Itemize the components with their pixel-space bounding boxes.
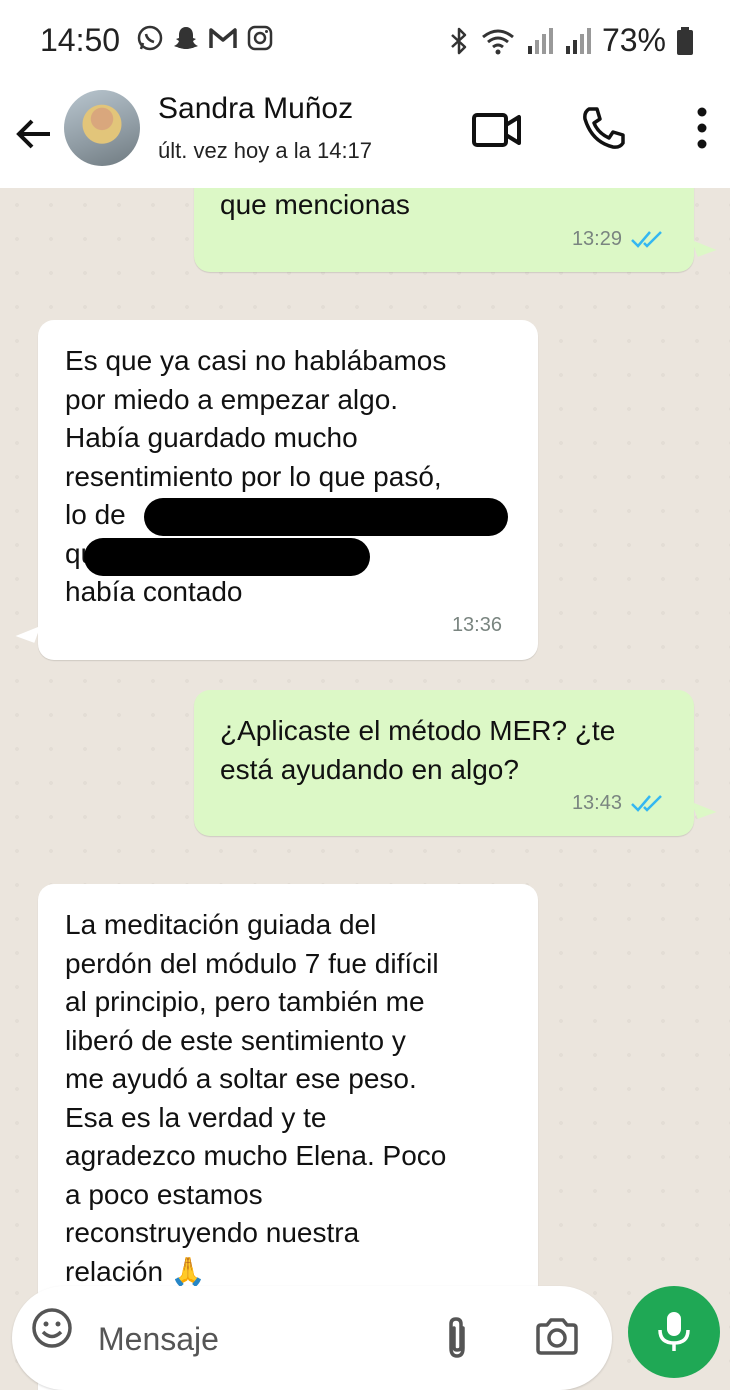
message-input-bar [12,1286,612,1390]
chat-header: Sandra Muñoz últ. vez hoy a la 14:17 [0,88,730,188]
whatsapp-icon [137,25,163,51]
message-meta: 13:36 [452,606,502,645]
message-time: 13:29 [571,227,622,250]
bluetooth-icon [451,27,467,54]
battery-icon [677,26,693,55]
back-arrow-icon[interactable] [14,114,54,154]
double-check-icon [631,230,662,248]
status-time: 14:50 [40,22,121,58]
message-incoming[interactable]: Es que ya casi no hablábamos por miedo a… [38,320,538,660]
message-meta: 13:43 [572,784,666,823]
bubble-tail [691,233,717,257]
message-outgoing[interactable]: ¿Aplicaste el método MER? ¿te está ayuda… [194,690,694,836]
message-meta: 13:29 [572,220,666,259]
system-status: 73% [448,22,694,59]
double-check-icon [631,794,662,812]
signal-icon [565,27,591,54]
gmail-icon [209,28,237,48]
message-text: que mencionas [220,189,410,220]
avatar[interactable] [64,90,140,166]
message-input[interactable] [96,1316,420,1362]
snapchat-icon [174,27,198,49]
camera-icon[interactable] [534,1316,580,1358]
signal-icon [527,27,553,54]
battery-percentage: 73% [601,22,666,58]
chat-area[interactable]: que mencionas 13:29 Es que ya casi no ha… [0,188,730,1390]
redaction-mark [144,498,508,536]
instagram-icon [247,25,273,51]
contact-name[interactable]: Sandra Muñoz [158,92,353,126]
video-call-icon[interactable] [470,108,524,152]
message-text: La meditación guiada del perdón del módu… [65,909,447,1287]
last-seen-status: últ. vez hoy a la 14:17 [158,138,373,163]
mic-button[interactable] [628,1286,720,1378]
message-time: 13:43 [571,791,622,814]
message-time: 13:36 [451,613,502,636]
status-bar: 14:50 73% [0,0,730,88]
attach-icon[interactable] [440,1314,474,1362]
emoji-icon[interactable] [30,1306,74,1350]
bubble-tail [15,619,41,643]
redaction-mark [84,538,370,576]
wifi-icon [482,29,514,54]
mic-icon [658,1312,690,1351]
notification-icons [136,24,274,52]
voice-call-icon[interactable] [580,104,628,152]
message-text: ¿Aplicaste el método MER? ¿te está ayuda… [220,715,616,785]
bubble-tail [691,795,717,819]
more-options-icon[interactable] [692,106,712,150]
message-outgoing[interactable]: que mencionas 13:29 [194,188,694,272]
